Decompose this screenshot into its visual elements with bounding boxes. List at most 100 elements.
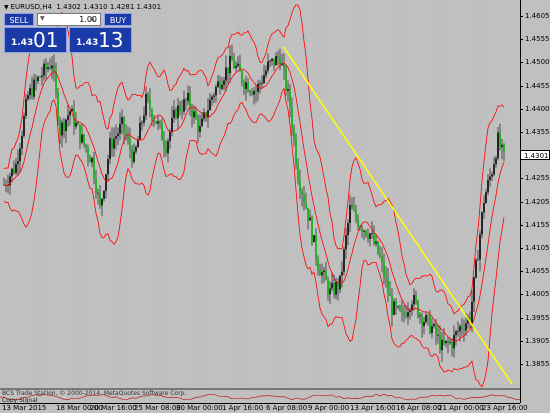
candle-body [155, 121, 157, 124]
candle-body [99, 192, 101, 206]
candle-body [449, 342, 451, 343]
chart-area[interactable] [0, 0, 520, 403]
sell-price-prefix: 1.43 [11, 38, 34, 48]
candle-body [121, 117, 123, 124]
candle-body [39, 77, 41, 78]
candle-body [377, 241, 379, 254]
candle-body [459, 326, 461, 332]
candle-body [461, 326, 463, 330]
candle-body [111, 138, 113, 149]
price-tick [520, 132, 523, 133]
candle-body [177, 105, 179, 118]
price-label: 1.4255 [525, 174, 550, 183]
candle-body [15, 163, 17, 173]
candle-body [369, 233, 371, 239]
candle-body [85, 144, 87, 149]
candle-body [301, 191, 303, 195]
candle-body [233, 60, 235, 69]
price-tick [520, 62, 523, 64]
candle-body [151, 110, 153, 120]
buy-price-box[interactable]: 1.43 13 [69, 27, 132, 53]
candle-body [229, 56, 231, 74]
price-axis[interactable]: 1.4605 1.4555 1.4500 1.4455 1.4400 1.4355 1.43… [520, 0, 550, 403]
candle-body [219, 81, 221, 89]
candle-body [237, 63, 239, 66]
candle-body [475, 260, 477, 278]
price-tick [520, 340, 523, 342]
candle-body [245, 82, 247, 89]
candle-body [395, 301, 397, 307]
lot-increase-icon[interactable]: ▲ [90, 14, 95, 24]
candle-body [117, 133, 119, 137]
price-tick [520, 294, 523, 296]
candle-body [211, 96, 213, 100]
candle-body [175, 110, 177, 118]
candle-body [149, 99, 151, 111]
candle-body [285, 68, 287, 91]
candle-body [221, 84, 223, 89]
candle-body [385, 277, 387, 279]
candle-body [133, 151, 135, 162]
candle-body [231, 56, 233, 61]
candle-body [463, 329, 465, 331]
candle-body [93, 157, 95, 180]
candle-body [287, 89, 289, 91]
candle-body [53, 65, 55, 71]
candle-body [499, 132, 501, 148]
candle-body [387, 278, 389, 294]
candle-body [179, 105, 181, 112]
candle-body [185, 99, 187, 102]
candle-body [143, 115, 145, 123]
candle-body [315, 235, 317, 259]
time-axis[interactable]: 13 Mar 2015 18 Mar 00:00 20 Mar 16:00 25 Ma… [0, 403, 528, 413]
price-tick [520, 39, 523, 41]
candle-body [407, 312, 409, 317]
candle-body [249, 91, 251, 93]
candle-body [429, 315, 431, 333]
candle-body [431, 326, 433, 333]
buy-button[interactable]: BUY [104, 13, 132, 26]
candle-body [69, 111, 71, 116]
candle-body [183, 99, 185, 112]
sell-button[interactable]: SELL [4, 13, 34, 26]
candle-body [405, 314, 407, 317]
candle-body [139, 122, 141, 140]
candle-body [21, 135, 23, 149]
candle-body [23, 116, 25, 136]
candle-body [257, 84, 259, 92]
price-chart[interactable] [0, 0, 520, 403]
candle-body [181, 111, 183, 113]
candle-body [35, 79, 37, 82]
candle-body [63, 122, 65, 132]
candle-body [135, 147, 137, 152]
candle-body [113, 138, 115, 149]
candle-body [123, 117, 125, 133]
candle-body [225, 67, 227, 81]
candle-body [305, 202, 307, 209]
candle-body [423, 322, 425, 327]
time-label: 1 Apr 16:00 [222, 404, 264, 412]
candle-body [297, 164, 299, 182]
candle-body [277, 56, 279, 59]
candle-body [33, 79, 35, 97]
price-label: 1.4500 [525, 58, 550, 67]
candle-body [479, 234, 481, 260]
price-label: 1.4355 [525, 128, 550, 136]
candle-body [159, 121, 161, 124]
candle-body [127, 136, 129, 139]
candle-body [443, 339, 445, 344]
lot-decrease-icon[interactable]: ▼ [40, 14, 45, 24]
candle-body [187, 93, 189, 102]
candle-body [399, 306, 401, 311]
sell-price-box[interactable]: 1.43 01 [4, 27, 67, 53]
candle-body [239, 63, 241, 72]
candle-body [493, 164, 495, 175]
trendline[interactable] [282, 46, 513, 385]
candle-body [313, 235, 315, 243]
candle-body [163, 140, 165, 147]
price-tick [520, 108, 523, 110]
collapse-arrow-icon[interactable]: ▼ [4, 4, 9, 11]
price-label: 1.3905 [525, 336, 550, 345]
candle-body [103, 190, 105, 199]
candle-body [209, 99, 211, 111]
